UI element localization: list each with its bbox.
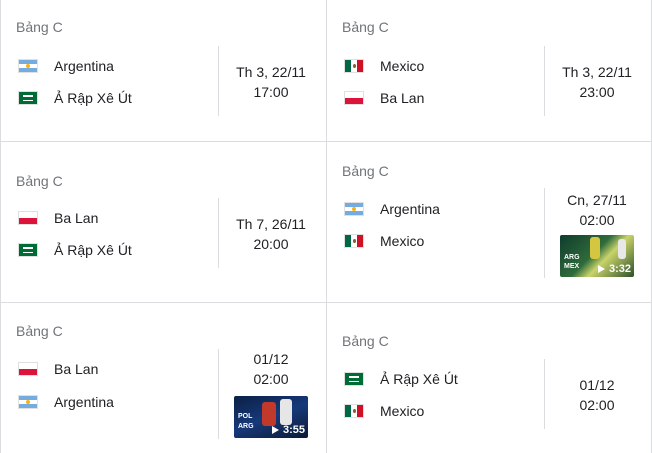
team-name: Ả Rập Xê Út — [54, 242, 132, 258]
thumbnail-team-label: POL — [238, 413, 253, 420]
match-datetime: 01/12 02:00 — [216, 349, 326, 389]
team-name: Mexico — [380, 403, 425, 419]
mexico-flag-icon — [344, 404, 364, 418]
match-time: 02:00 — [253, 371, 289, 387]
match-list: Bảng C Argentina Ả Rập Xê Út Th 3, 22/11… — [0, 0, 652, 453]
home-team: Mexico — [344, 54, 424, 78]
play-icon — [271, 426, 279, 434]
team-name: Ba Lan — [380, 90, 425, 106]
away-team: Mexico — [344, 399, 424, 423]
match-card[interactable]: Bảng C Mexico Ba Lan Th 3, 22/11 23:00 — [326, 0, 652, 141]
home-team: Ba Lan — [18, 357, 98, 381]
thumbnail-team-label: ARG — [564, 254, 580, 261]
team-name: Ả Rập Xê Út — [380, 371, 458, 387]
group-label: Bảng C — [342, 333, 389, 349]
away-team: Argentina — [18, 390, 114, 414]
home-team: Ba Lan — [18, 206, 98, 230]
thumbnail-team-label: ARG — [238, 423, 254, 430]
poland-flag-icon — [18, 362, 38, 376]
match-time: 02:00 — [579, 397, 615, 413]
argentina-flag-icon — [18, 59, 38, 73]
saudi-arabia-flag-icon — [344, 372, 364, 386]
player-figure — [618, 239, 626, 259]
match-time: 02:00 — [579, 212, 615, 228]
thumbnail-team-label: MEX — [564, 263, 580, 270]
match-datetime: Th 3, 22/11 17:00 — [216, 62, 326, 102]
video-duration: 3:55 — [271, 424, 305, 436]
mexico-flag-icon — [344, 234, 364, 248]
poland-flag-icon — [344, 91, 364, 105]
saudi-arabia-flag-icon — [18, 91, 38, 105]
match-datetime: Th 3, 22/11 23:00 — [542, 62, 652, 102]
away-team: Ả Rập Xê Út — [18, 238, 132, 262]
match-date: Cn, 27/11 — [567, 192, 627, 208]
match-card[interactable]: Bảng C Ba Lan Ả Rập Xê Út Th 7, 26/11 20… — [0, 141, 326, 302]
play-icon — [597, 265, 605, 273]
group-label: Bảng C — [16, 173, 63, 189]
group-label: Bảng C — [16, 323, 63, 339]
group-label: Bảng C — [342, 163, 389, 179]
mexico-flag-icon — [344, 59, 364, 73]
argentina-flag-icon — [344, 202, 364, 216]
player-figure — [590, 237, 600, 259]
match-card[interactable]: Bảng C Ba Lan Argentina 01/12 02:00 POL … — [0, 302, 326, 453]
match-card[interactable]: Bảng C Argentina Ả Rập Xê Út Th 3, 22/11… — [0, 0, 326, 141]
away-team: Ả Rập Xê Út — [18, 86, 132, 110]
match-time: 17:00 — [253, 84, 289, 100]
team-name: Ba Lan — [54, 361, 99, 377]
home-team: Ả Rập Xê Út — [344, 367, 458, 391]
match-card[interactable]: Bảng C Ả Rập Xê Út Mexico 01/12 02:00 — [326, 302, 652, 453]
match-date: 01/12 — [579, 377, 615, 393]
match-datetime: Th 7, 26/11 20:00 — [216, 214, 326, 254]
match-time: 20:00 — [253, 236, 289, 252]
player-figure — [280, 399, 292, 425]
home-team: Argentina — [18, 54, 114, 78]
match-date: Th 3, 22/11 — [562, 64, 632, 80]
match-date: Th 7, 26/11 — [236, 216, 306, 232]
highlight-video-thumbnail[interactable]: ARG MEX 3:32 — [560, 235, 634, 277]
poland-flag-icon — [18, 211, 38, 225]
match-date: 01/12 — [253, 351, 289, 367]
video-duration: 3:32 — [597, 263, 631, 275]
group-label: Bảng C — [16, 19, 63, 35]
away-team: Ba Lan — [344, 86, 424, 110]
match-date: Th 3, 22/11 — [236, 64, 306, 80]
team-name: Argentina — [54, 394, 114, 410]
highlight-video-thumbnail[interactable]: POL ARG 3:55 — [234, 396, 308, 438]
match-datetime: 01/12 02:00 — [542, 375, 652, 415]
away-team: Mexico — [344, 229, 424, 253]
argentina-flag-icon — [18, 395, 38, 409]
team-name: Mexico — [380, 58, 425, 74]
match-card[interactable]: Bảng C Argentina Mexico Cn, 27/11 02:00 … — [326, 141, 652, 302]
player-figure — [262, 402, 276, 426]
team-name: Ả Rập Xê Út — [54, 90, 132, 106]
match-time: 23:00 — [579, 84, 615, 100]
home-team: Argentina — [344, 197, 440, 221]
match-datetime: Cn, 27/11 02:00 — [542, 190, 652, 230]
group-label: Bảng C — [342, 19, 389, 35]
saudi-arabia-flag-icon — [18, 243, 38, 257]
team-name: Ba Lan — [54, 210, 99, 226]
team-name: Argentina — [380, 201, 440, 217]
team-name: Mexico — [380, 233, 425, 249]
team-name: Argentina — [54, 58, 114, 74]
